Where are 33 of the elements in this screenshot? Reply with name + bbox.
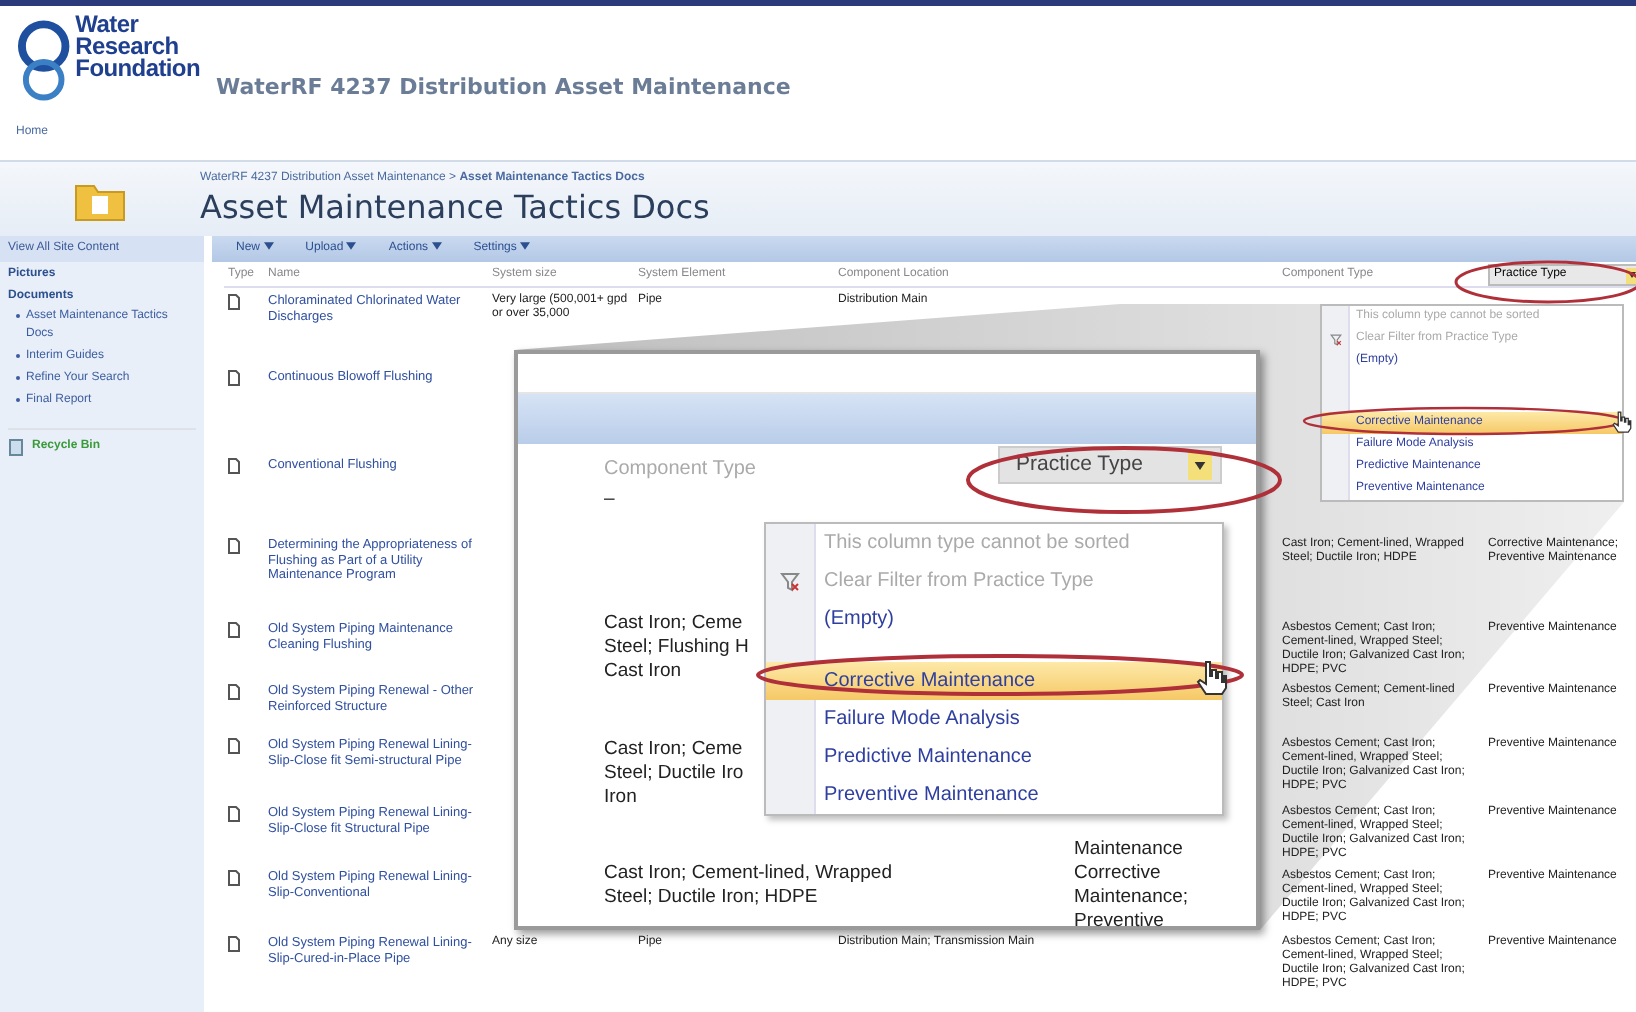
menu-item[interactable]: Preventive Maintenance: [766, 776, 1222, 814]
menu-item[interactable]: Predictive Maintenance: [766, 738, 1222, 776]
table-cell: Maintenance: [1074, 838, 1183, 860]
document-icon: [228, 806, 240, 822]
document-icon: [228, 622, 240, 638]
page-title: Asset Maintenance Tactics Docs: [200, 188, 710, 226]
table-cell: Corrective Maintenance; Preventive: [1074, 862, 1189, 932]
menu-item[interactable]: (Empty): [766, 600, 1222, 638]
caret-icon: [346, 242, 357, 251]
table-cell: Cast Iron; Cement-lined, Wrapped Steel; Ductile Iron; HDPE: [604, 862, 892, 908]
site-title: WaterRF 4237 Distribution Asset Maintenance: [216, 72, 791, 104]
document-icon: [228, 294, 240, 310]
column-header: Component Type: [604, 456, 756, 484]
caret-icon: [1628, 272, 1636, 278]
table-cell: Cast Iron; Ceme Steel; Ductile Iro Iron: [604, 738, 744, 808]
logo-text: Water Research Foundation: [75, 14, 200, 86]
caret-icon: [520, 242, 531, 251]
caret-icon: [431, 242, 442, 251]
table-cell: Cast Iron; Ceme Steel; Flushing H Cast Iron: [604, 612, 749, 682]
document-icon: [228, 936, 240, 952]
document-icon: [228, 738, 240, 754]
document-icon: [228, 684, 240, 700]
menu-item[interactable]: Failure Mode Analysis: [766, 700, 1222, 738]
document-icon: [228, 458, 240, 474]
clear-filter-icon: [1330, 333, 1342, 345]
document-icon: [228, 870, 240, 886]
table-cell: –: [604, 488, 615, 510]
caret-icon: [1194, 461, 1206, 469]
caret-icon: [263, 242, 274, 251]
recycle-bin-icon: [8, 438, 24, 456]
clear-filter-icon: [780, 571, 800, 591]
document-icon: [228, 370, 240, 386]
document-icon: [228, 538, 240, 554]
